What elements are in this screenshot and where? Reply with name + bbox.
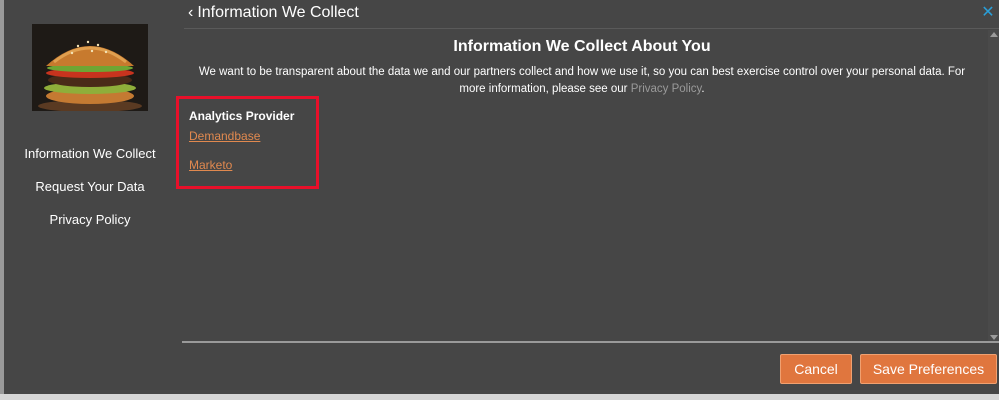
provider-link-marketo[interactable]: Marketo (189, 158, 232, 172)
intro-description: We want to be transparent about the data… (186, 64, 978, 98)
provider-link-demandbase[interactable]: Demandbase (189, 129, 260, 143)
back-label: Information We Collect (197, 4, 359, 21)
scroll-up-arrow-icon[interactable] (990, 32, 998, 37)
privacy-preferences-modal: Information We Collect Request Your Data… (4, 0, 999, 394)
scroll-down-arrow-icon[interactable] (990, 335, 998, 340)
burger-logo (32, 24, 148, 111)
scrollbar[interactable] (988, 30, 999, 342)
sidebar-item-information-we-collect[interactable]: Information We Collect (4, 146, 176, 161)
back-button[interactable]: ‹ Information We Collect (188, 4, 359, 22)
description-text: We want to be transparent about the data… (198, 66, 966, 95)
privacy-policy-link[interactable]: Privacy Policy (631, 83, 702, 95)
sidebar-item-request-your-data[interactable]: Request Your Data (4, 179, 176, 194)
description-end: . (701, 83, 705, 95)
save-preferences-button[interactable]: Save Preferences (860, 354, 997, 384)
page-title: Information We Collect About You (453, 38, 711, 55)
sidebar-item-privacy-policy[interactable]: Privacy Policy (4, 212, 176, 227)
footer-divider (182, 341, 999, 343)
provider-category-heading: Analytics Provider (189, 109, 295, 123)
chevron-left-icon: ‹ (188, 4, 194, 21)
burger-image (32, 24, 148, 111)
header-divider (184, 28, 999, 29)
sidebar: Information We Collect Request Your Data… (4, 0, 176, 394)
close-icon[interactable]: ✕ (979, 4, 997, 22)
cancel-button[interactable]: Cancel (780, 354, 852, 384)
bottom-strip (0, 394, 999, 400)
main-content: ‹ Information We Collect ✕ Information W… (176, 0, 999, 394)
